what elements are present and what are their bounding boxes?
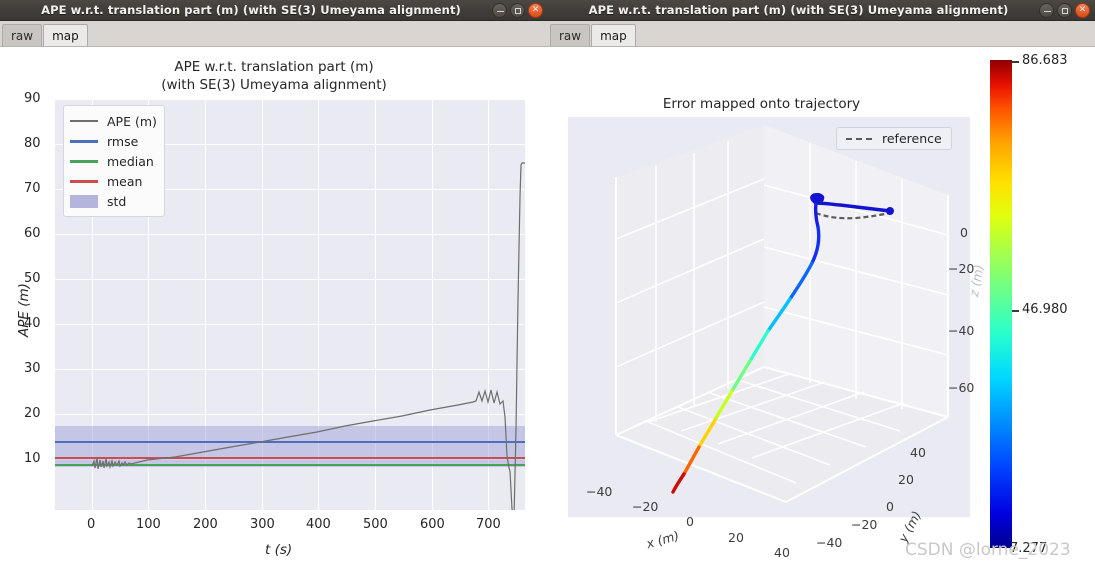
legend-line-icon-mean: [70, 179, 98, 183]
right-figure-canvas: Error mapped onto trajectory reference −…: [548, 47, 1095, 588]
x-axis-label: t (s): [265, 542, 293, 558]
left-figure-canvas: APE w.r.t. translation part (m) (with SE…: [0, 47, 548, 588]
ytick-0: 0: [886, 499, 894, 514]
xtick-20: 20: [728, 530, 744, 545]
ytick-70: 70: [24, 181, 41, 196]
ztick-neg60: −60: [948, 380, 975, 395]
tab-map-label: map: [600, 28, 627, 43]
left-chart-title-line1: APE w.r.t. translation part (m): [174, 59, 374, 75]
colorbar-label-max: 86.683: [1022, 53, 1068, 68]
tabbar-left: raw map: [0, 21, 548, 47]
left-chart-legend[interactable]: APE (m) rmse median mean std: [63, 105, 165, 217]
maximize-button[interactable]: [1057, 3, 1072, 18]
colorbar-tick-mid: [1012, 310, 1019, 312]
close-button[interactable]: ✕: [1075, 3, 1090, 18]
legend-item-rmse: rmse: [70, 131, 157, 151]
ytick-60: 60: [24, 226, 41, 241]
minimize-button[interactable]: [492, 3, 507, 18]
tab-raw-label: raw: [559, 28, 582, 43]
legend-line-icon-ape: [70, 119, 98, 123]
x-axis-label-3d: x (m): [644, 527, 681, 552]
right-chart-title: Error mapped onto trajectory: [662, 96, 861, 112]
ytick-10: 10: [24, 451, 41, 466]
error-colorbar[interactable]: [990, 60, 1012, 548]
xtick-300: 300: [250, 517, 275, 532]
legend-label-std: std: [107, 193, 127, 209]
xtick-neg20: −20: [632, 499, 659, 514]
legend-item-ape: APE (m): [70, 111, 157, 131]
tab-map-label: map: [52, 28, 79, 43]
xtick-100: 100: [136, 517, 161, 532]
legend-line-icon-median: [70, 159, 98, 163]
legend-label-ape: APE (m): [107, 113, 157, 129]
tab-raw[interactable]: raw: [550, 24, 591, 46]
colorbar-label-mid: 46.980: [1022, 302, 1068, 317]
legend-line-icon-rmse: [70, 139, 98, 143]
dashed-line-icon: [846, 137, 872, 140]
ytick-30: 30: [24, 361, 41, 376]
window-controls-right: ✕: [1039, 3, 1090, 18]
close-button[interactable]: ✕: [528, 3, 543, 18]
xtick-400: 400: [306, 517, 331, 532]
ytick-90: 90: [24, 91, 41, 106]
legend-item-std: std: [70, 191, 157, 211]
desktop: APE w.r.t. translation part (m) (with SE…: [0, 0, 1095, 588]
left-chart-title-line2: (with SE(3) Umeyama alignment): [161, 77, 387, 93]
xtick-600: 600: [420, 517, 445, 532]
colorbar-tick-max: [1012, 61, 1019, 63]
ytick-neg40: −40: [816, 535, 843, 550]
xtick-40: 40: [774, 545, 790, 560]
xtick-0: 0: [87, 517, 96, 532]
reference-legend-label: reference: [882, 131, 942, 146]
maximize-button[interactable]: [510, 3, 525, 18]
minimize-button[interactable]: [1039, 3, 1054, 18]
tab-map[interactable]: map: [591, 24, 636, 46]
xtick-0: 0: [686, 514, 694, 529]
ytick-20: 20: [898, 472, 914, 487]
tab-map[interactable]: map: [43, 24, 88, 46]
legend-item-mean: mean: [70, 171, 157, 191]
reference-legend[interactable]: reference: [836, 127, 952, 150]
xtick-neg40: −40: [586, 484, 613, 499]
xtick-200: 200: [193, 517, 218, 532]
window-right: APE w.r.t. translation part (m) (with SE…: [548, 0, 1095, 588]
legend-label-mean: mean: [107, 173, 143, 189]
legend-label-rmse: rmse: [107, 133, 139, 149]
window-title-right: APE w.r.t. translation part (m) (with SE…: [588, 3, 1009, 17]
ztick-0: 0: [960, 225, 968, 240]
xtick-500: 500: [363, 517, 388, 532]
watermark: CSDN @lorne_2023: [905, 540, 1071, 560]
tab-raw[interactable]: raw: [2, 24, 43, 46]
titlebar-left[interactable]: APE w.r.t. translation part (m) (with SE…: [0, 0, 548, 21]
window-controls-left: ✕: [492, 3, 543, 18]
legend-item-median: median: [70, 151, 157, 171]
ytick-80: 80: [24, 136, 41, 151]
tab-raw-label: raw: [11, 28, 34, 43]
ztick-neg40: −40: [948, 323, 975, 338]
legend-label-median: median: [107, 153, 154, 169]
legend-patch-icon-std: [70, 194, 98, 208]
ytick-neg20: −20: [851, 517, 878, 532]
titlebar-right[interactable]: APE w.r.t. translation part (m) (with SE…: [548, 0, 1095, 21]
window-left: APE w.r.t. translation part (m) (with SE…: [0, 0, 548, 588]
ytick-40: 40: [910, 445, 926, 460]
y-axis-label: APE (m): [16, 283, 32, 337]
tabbar-right: raw map: [548, 21, 1095, 47]
xtick-700: 700: [476, 517, 501, 532]
ytick-20: 20: [24, 406, 41, 421]
window-title-left: APE w.r.t. translation part (m) (with SE…: [41, 3, 461, 17]
